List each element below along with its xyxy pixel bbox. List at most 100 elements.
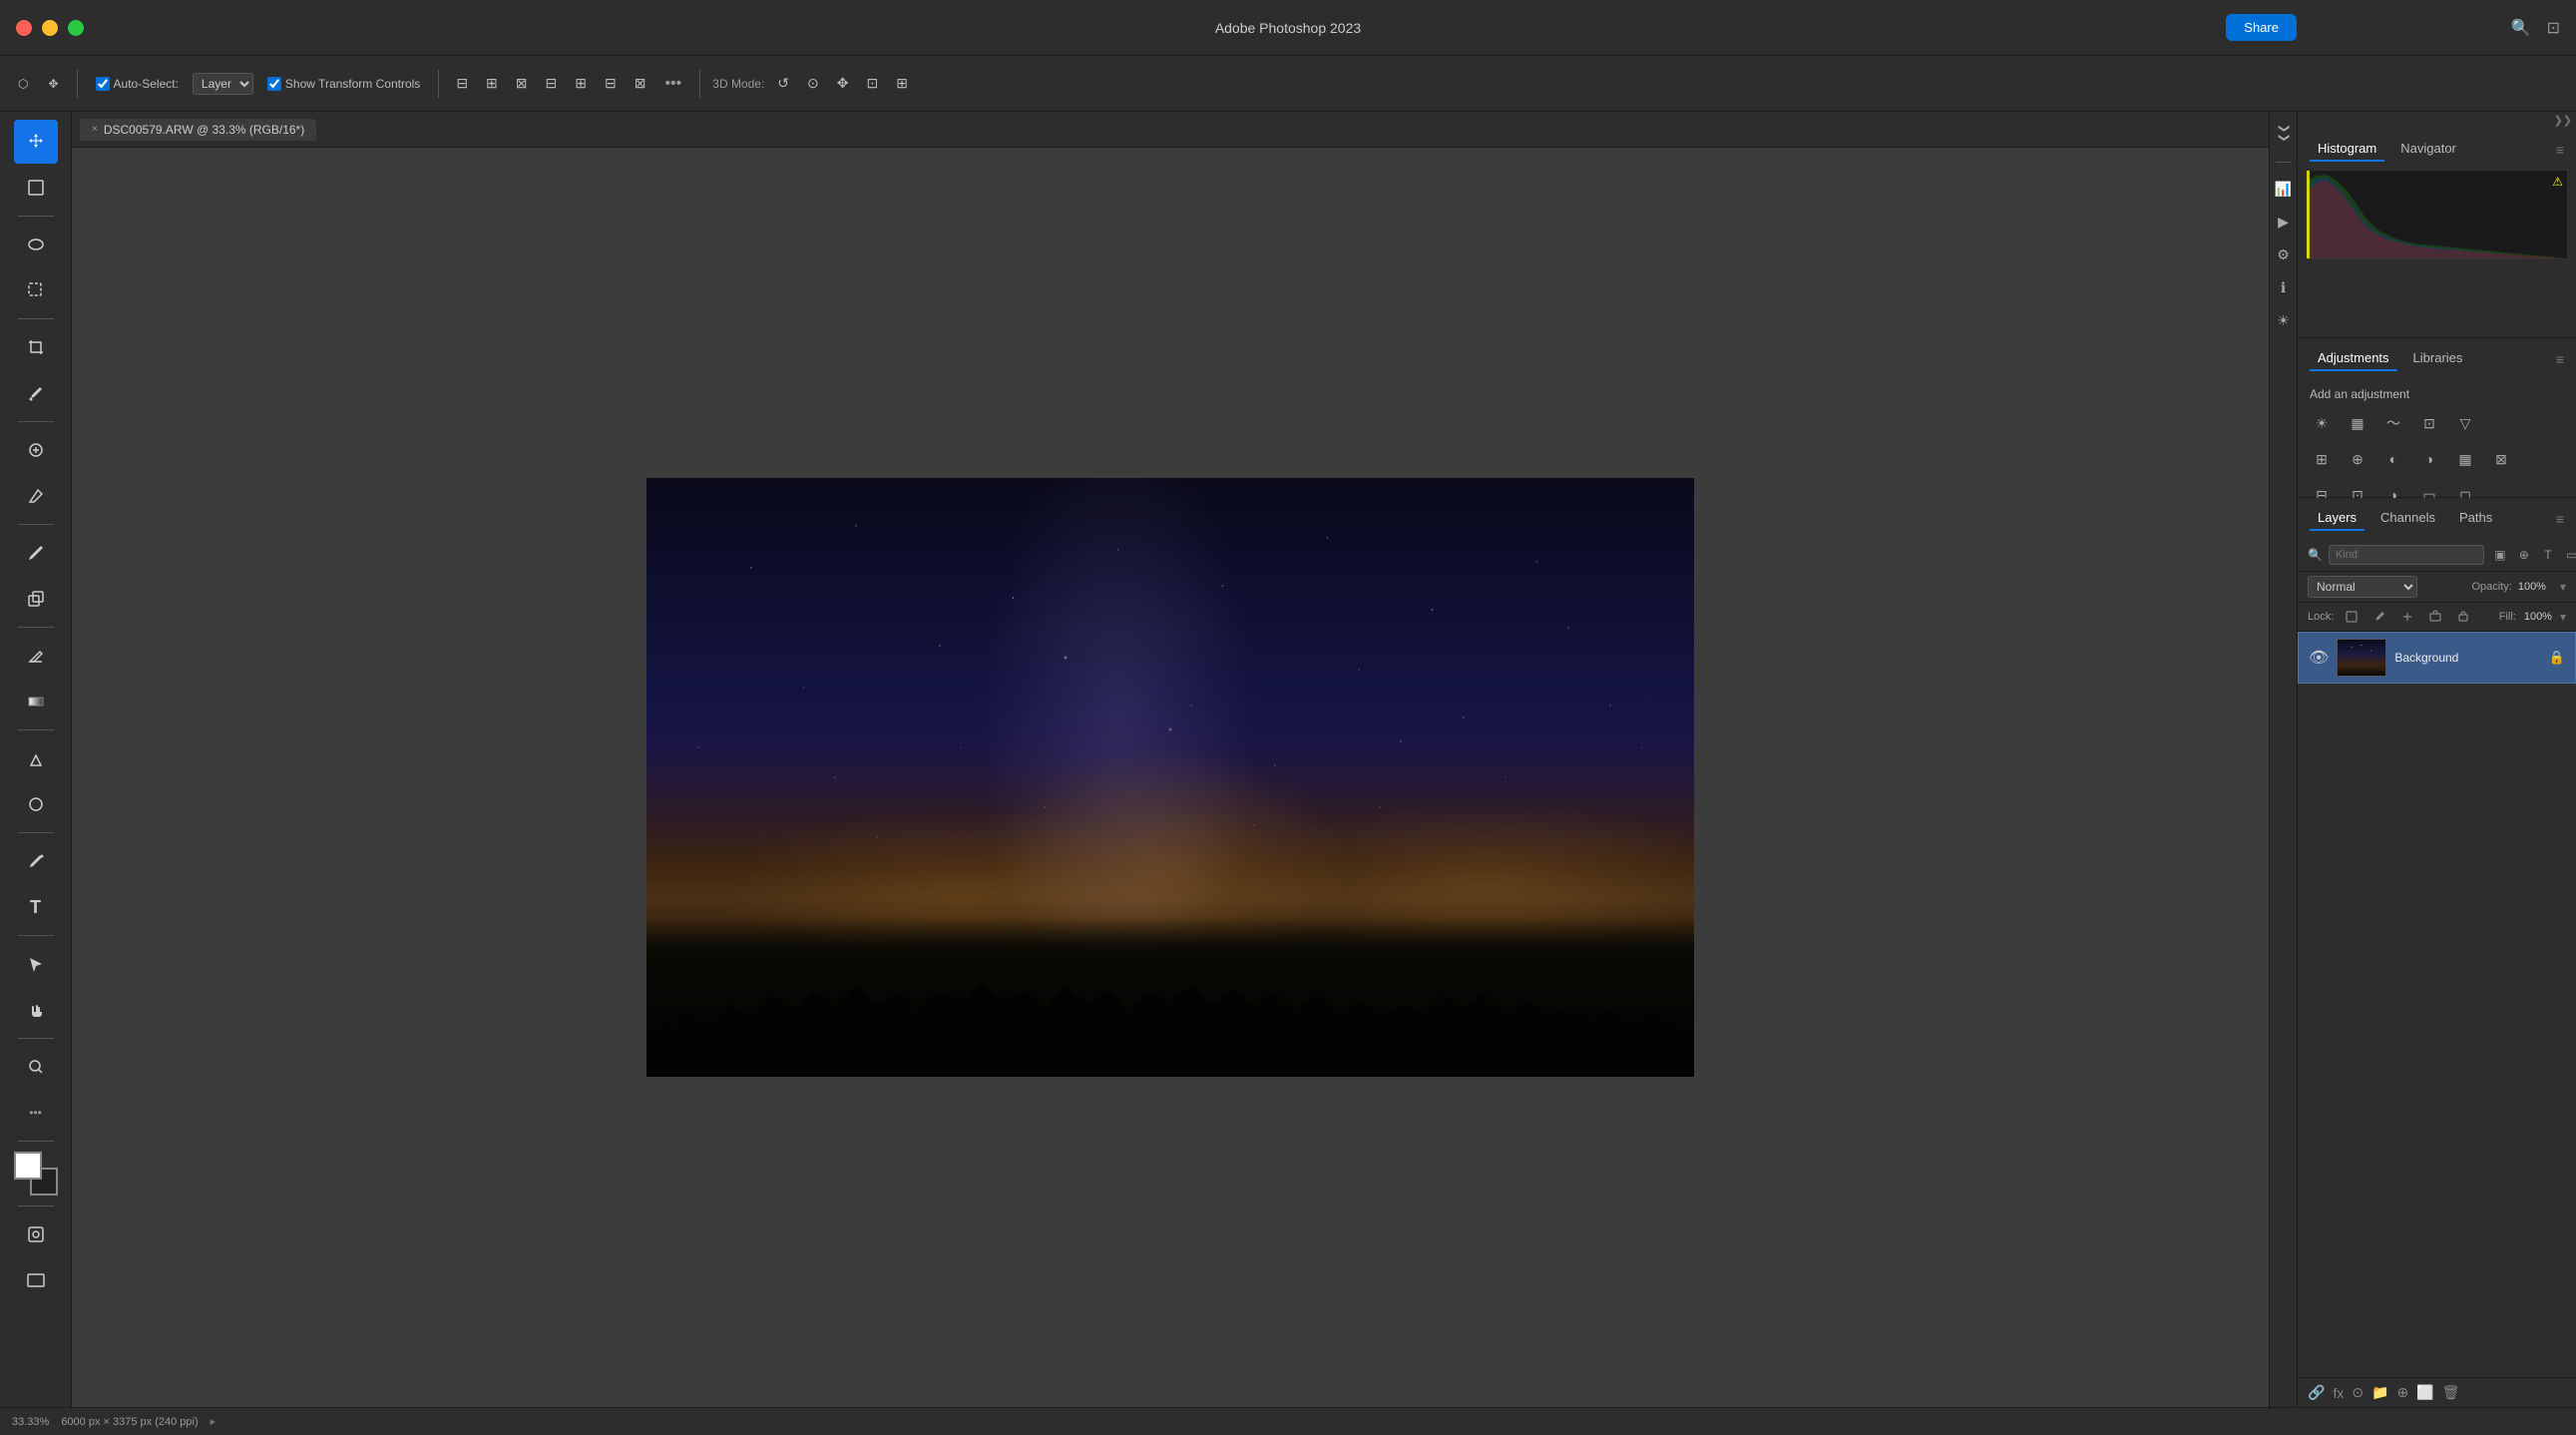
align-middle-btn[interactable]: ⊞: [570, 73, 592, 94]
lock-brush-icon[interactable]: [2369, 607, 2389, 627]
tab-histogram[interactable]: Histogram: [2310, 137, 2384, 162]
tab-libraries[interactable]: Libraries: [2405, 346, 2471, 371]
colorlookup-adj-icon[interactable]: ⊠: [2487, 445, 2515, 473]
sharpen-tool[interactable]: [14, 782, 58, 826]
filter-adj-icon[interactable]: ⊕: [2514, 545, 2534, 565]
toolbar-more-options[interactable]: •••: [658, 73, 687, 95]
lock-transparent-icon[interactable]: [2342, 607, 2361, 627]
opacity-arrow-icon[interactable]: ▾: [2560, 580, 2566, 594]
distribute-btn[interactable]: ⊠: [630, 73, 651, 94]
layer-item-background[interactable]: 👁 Background 🔒: [2298, 632, 2576, 684]
layers-kind-input[interactable]: [2329, 545, 2484, 565]
filter-type-icon[interactable]: T: [2538, 545, 2558, 565]
play-strip-icon[interactable]: ▶: [2276, 212, 2291, 233]
search-icon[interactable]: 🔍: [2511, 18, 2531, 38]
auto-select-checkbox[interactable]: [96, 77, 110, 91]
status-arrow-icon[interactable]: ▸: [211, 1415, 216, 1428]
align-top-btn[interactable]: ⊟: [541, 73, 563, 94]
histogram-menu-icon[interactable]: ≡: [2556, 142, 2564, 158]
foreground-color[interactable]: [14, 1152, 42, 1180]
lock-artboard-icon[interactable]: [2425, 607, 2445, 627]
tab-paths[interactable]: Paths: [2451, 506, 2500, 531]
add-mask-icon[interactable]: ⊙: [2352, 1384, 2363, 1401]
select-tool[interactable]: [14, 166, 58, 210]
fill-arrow-icon[interactable]: ▾: [2560, 610, 2566, 624]
curves-adj-icon[interactable]: 〜: [2379, 409, 2407, 437]
tab-layers[interactable]: Layers: [2310, 506, 2364, 531]
crop-tool[interactable]: [14, 325, 58, 369]
new-layer-icon[interactable]: ⬜: [2416, 1384, 2433, 1401]
move-tool[interactable]: [14, 120, 58, 164]
3d-rotate-btn[interactable]: ↺: [772, 73, 794, 94]
add-style-icon[interactable]: fx: [2333, 1385, 2344, 1401]
levels-adj-icon[interactable]: ▦: [2344, 409, 2371, 437]
type-tool[interactable]: T: [14, 885, 58, 929]
canvas-tab-file[interactable]: × DSC00579.ARW @ 33.3% (RGB/16*): [80, 119, 316, 141]
hand-tool[interactable]: [14, 988, 58, 1032]
align-left-btn[interactable]: ⊟: [451, 73, 473, 94]
smudge-tool[interactable]: [14, 474, 58, 518]
tab-close-icon[interactable]: ×: [92, 124, 98, 135]
mask-mode[interactable]: [14, 1212, 58, 1256]
eraser-tool[interactable]: [14, 634, 58, 678]
3d-slide-btn[interactable]: ⊡: [862, 73, 884, 94]
blend-mode-select[interactable]: Normal: [2308, 576, 2417, 598]
minimize-button[interactable]: [42, 20, 58, 36]
share-button[interactable]: Share: [2226, 14, 2297, 41]
delete-layer-icon[interactable]: 🗑: [2442, 1384, 2460, 1401]
gradient-tool[interactable]: [14, 680, 58, 723]
window-icon[interactable]: ⊡: [2547, 18, 2560, 38]
canvas-viewport[interactable]: [72, 148, 2269, 1407]
lock-all-icon[interactable]: [2453, 607, 2473, 627]
arrow-tool[interactable]: [14, 942, 58, 986]
collapse-strip-icon[interactable]: ❮❮: [2277, 120, 2290, 146]
layer-select[interactable]: Layer: [193, 73, 253, 95]
align-right-btn[interactable]: ⊠: [511, 73, 533, 94]
adjustments-menu-icon[interactable]: ≡: [2556, 351, 2564, 367]
screen-mode[interactable]: [14, 1258, 58, 1302]
link-layers-icon[interactable]: 🔗: [2308, 1384, 2325, 1401]
dodge-tool[interactable]: [14, 736, 58, 780]
filter-shape-icon[interactable]: ▭: [2562, 545, 2576, 565]
bw-adj-icon[interactable]: ◐: [2379, 445, 2407, 473]
align-center-btn[interactable]: ⊞: [481, 73, 503, 94]
colorbalance-adj-icon[interactable]: ⊕: [2344, 445, 2371, 473]
eyedropper-tool[interactable]: [14, 371, 58, 415]
extra-tools[interactable]: •••: [14, 1091, 58, 1135]
layer-visibility-icon[interactable]: 👁: [2309, 648, 2329, 668]
tab-channels[interactable]: Channels: [2372, 506, 2443, 531]
brush-tool[interactable]: [14, 531, 58, 575]
new-group-icon[interactable]: 📁: [2371, 1384, 2388, 1401]
zoom-tool[interactable]: [14, 1045, 58, 1089]
vibrance-adj-icon[interactable]: ▽: [2451, 409, 2479, 437]
layers-menu-icon[interactable]: ≡: [2556, 511, 2564, 527]
photofilter-adj-icon[interactable]: ◑: [2415, 445, 2443, 473]
3d-pan-btn[interactable]: ✥: [832, 73, 854, 94]
filter-pixel-icon[interactable]: ▣: [2490, 545, 2510, 565]
healing-tool[interactable]: [14, 428, 58, 472]
panels-collapse-btn[interactable]: ❯❯: [2554, 114, 2572, 127]
hsl-adj-icon[interactable]: ⊞: [2308, 445, 2336, 473]
channelmixer-adj-icon[interactable]: ▦: [2451, 445, 2479, 473]
exposure-adj-icon[interactable]: ⊡: [2415, 409, 2443, 437]
maximize-button[interactable]: [68, 20, 84, 36]
3d-orbit-btn[interactable]: ⊙: [802, 73, 824, 94]
clone-tool[interactable]: [14, 577, 58, 621]
tab-navigator[interactable]: Navigator: [2392, 137, 2464, 162]
3d-scale-btn[interactable]: ⊞: [891, 73, 913, 94]
pen-tool[interactable]: [14, 839, 58, 883]
new-adj-icon[interactable]: ⊕: [2397, 1384, 2409, 1401]
histogram-strip-icon[interactable]: 📊: [2273, 179, 2294, 200]
close-button[interactable]: [16, 20, 32, 36]
lasso-tool[interactable]: [14, 223, 58, 266]
lock-position-icon[interactable]: [2397, 607, 2417, 627]
tab-adjustments[interactable]: Adjustments: [2310, 346, 2397, 371]
align-bottom-btn[interactable]: ⊟: [600, 73, 622, 94]
show-transform-checkbox[interactable]: [267, 77, 281, 91]
brightness-adj-icon[interactable]: ☀: [2308, 409, 2336, 437]
info-strip-icon[interactable]: ℹ: [2279, 277, 2288, 298]
move-tool-icon[interactable]: ✥: [42, 74, 64, 94]
settings-strip-icon[interactable]: ⚙: [2275, 244, 2292, 265]
magic-select-tool[interactable]: [14, 268, 58, 312]
color-swatches[interactable]: [14, 1152, 58, 1196]
